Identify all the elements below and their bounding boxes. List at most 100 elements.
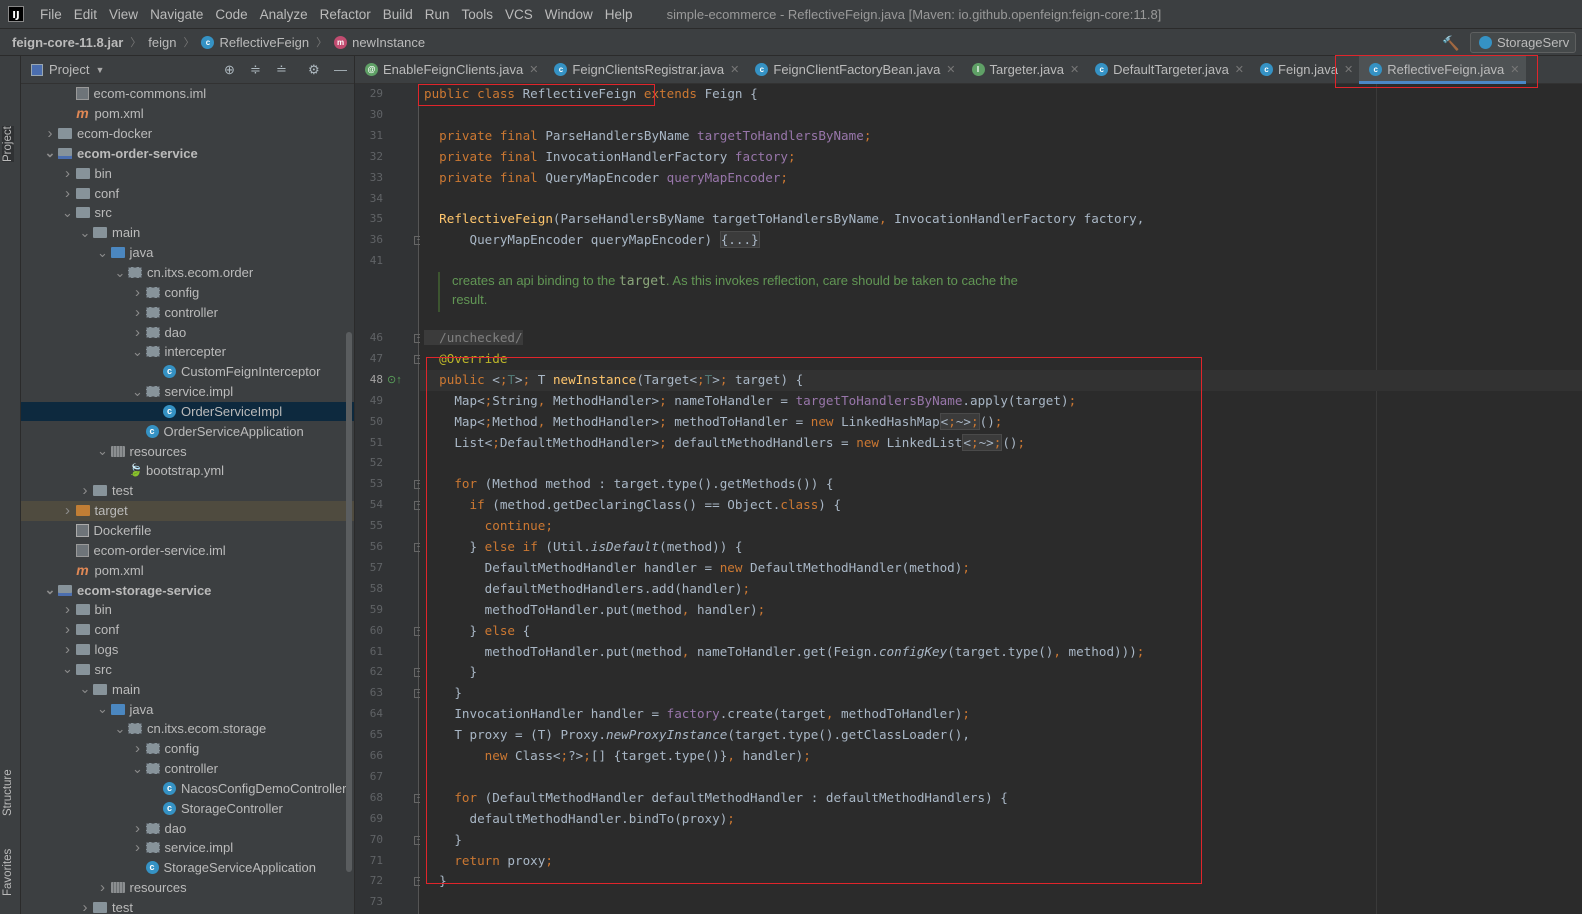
- code-line[interactable]: }: [420, 830, 1582, 851]
- tree-node[interactable]: › test: [21, 481, 354, 501]
- chevron-right-icon[interactable]: ›: [42, 125, 58, 142]
- tree-node[interactable]: c OrderServiceImpl: [21, 401, 354, 422]
- chevron-down-icon[interactable]: ⌄: [112, 721, 128, 737]
- locate-file-icon[interactable]: ⊕: [224, 62, 235, 78]
- close-icon[interactable]: ✕: [1510, 63, 1519, 76]
- run-configuration-selector[interactable]: StorageServ: [1470, 32, 1577, 53]
- tree-node[interactable]: ⌄ main: [21, 223, 354, 243]
- code-line[interactable]: defaultMethodHandlers.add(handler);: [420, 579, 1582, 600]
- tree-node[interactable]: › resources: [21, 878, 354, 898]
- tree-node[interactable]: › ecom-docker: [21, 124, 354, 144]
- hide-panel-icon[interactable]: —: [334, 62, 347, 77]
- menu-tools[interactable]: Tools: [456, 7, 500, 22]
- code-line[interactable]: private final QueryMapEncoder queryMapEn…: [420, 168, 1582, 189]
- tree-node[interactable]: ⌄ src: [21, 203, 354, 223]
- breadcrumb-package[interactable]: feign: [148, 35, 176, 50]
- tree-node[interactable]: › dao: [21, 322, 354, 342]
- chevron-right-icon[interactable]: ›: [130, 820, 146, 837]
- code-line[interactable]: List<;DefaultMethodHandler>; defaultMeth…: [420, 433, 1582, 454]
- tree-node[interactable]: c NacosConfigDemoController: [21, 779, 354, 799]
- tree-node[interactable]: ⌄ src: [21, 659, 354, 679]
- editor-tab[interactable]: I Targeter.java ✕: [962, 56, 1086, 84]
- chevron-down-icon[interactable]: ⌄: [130, 761, 146, 777]
- collapse-all-icon[interactable]: ≐: [276, 62, 287, 78]
- editor-tab[interactable]: c Feign.java ✕: [1250, 56, 1359, 84]
- code-line[interactable]: T proxy = (T) Proxy.newProxyInstance(tar…: [420, 725, 1582, 746]
- menu-help[interactable]: Help: [599, 7, 639, 22]
- menu-vcs[interactable]: VCS: [499, 7, 539, 22]
- chevron-right-icon[interactable]: ›: [60, 601, 76, 618]
- editor-tab[interactable]: c FeignClientsRegistrar.java ✕: [544, 56, 745, 84]
- code-line[interactable]: InvocationHandler handler = factory.crea…: [420, 704, 1582, 725]
- close-icon[interactable]: ✕: [529, 63, 538, 76]
- project-scrollbar[interactable]: [346, 332, 352, 872]
- close-icon[interactable]: ✕: [1070, 63, 1079, 76]
- code-line[interactable]: }: [420, 683, 1582, 704]
- code-line[interactable]: for (Method method : target.type().getMe…: [420, 474, 1582, 495]
- tree-node[interactable]: ⌄ cn.itxs.ecom.storage: [21, 719, 354, 739]
- tree-node[interactable]: c StorageController: [21, 798, 354, 818]
- tree-node[interactable]: › service.impl: [21, 838, 354, 858]
- tree-node[interactable]: c StorageServiceApplication: [21, 858, 354, 878]
- chevron-right-icon[interactable]: ›: [130, 304, 146, 321]
- chevron-down-icon[interactable]: ⌄: [130, 384, 146, 400]
- chevron-right-icon[interactable]: ›: [60, 621, 76, 638]
- code-line[interactable]: QueryMapEncoder queryMapEncoder) {...}: [420, 230, 1582, 251]
- code-line[interactable]: Map<;String, MethodHandler>; nameToHandl…: [420, 391, 1582, 412]
- code-line[interactable]: } else if (Util.isDefault(method)) {: [420, 537, 1582, 558]
- tree-node[interactable]: ⌄ java: [21, 699, 354, 719]
- editor-tab[interactable]: @ EnableFeignClients.java ✕: [355, 56, 544, 84]
- tree-node[interactable]: c OrderServiceApplication: [21, 421, 354, 441]
- code-line[interactable]: @Override: [420, 349, 1582, 370]
- chevron-down-icon[interactable]: ⌄: [77, 681, 93, 697]
- tree-node[interactable]: ecom-commons.iml: [21, 84, 354, 104]
- code-line[interactable]: }: [420, 662, 1582, 683]
- menu-run[interactable]: Run: [419, 7, 456, 22]
- code-line[interactable]: Map<;Method, MethodHandler>; methodToHan…: [420, 412, 1582, 433]
- tree-node[interactable]: ⌄ main: [21, 679, 354, 699]
- code-line[interactable]: } else {: [420, 621, 1582, 642]
- code-line[interactable]: methodToHandler.put(method, nameToHandle…: [420, 642, 1582, 663]
- menu-refactor[interactable]: Refactor: [314, 7, 377, 22]
- gear-icon[interactable]: ⚙: [308, 62, 320, 78]
- chevron-down-icon[interactable]: ⌄: [60, 661, 76, 677]
- close-icon[interactable]: ✕: [1344, 63, 1353, 76]
- tree-node[interactable]: › bin: [21, 600, 354, 620]
- tree-node[interactable]: › controller: [21, 302, 354, 322]
- menu-navigate[interactable]: Navigate: [144, 7, 209, 22]
- tree-node[interactable]: ⌄ java: [21, 243, 354, 263]
- code-line[interactable]: continue;: [420, 516, 1582, 537]
- chevron-down-icon[interactable]: ⌄: [60, 205, 76, 221]
- code-line[interactable]: if (method.getDeclaringClass() == Object…: [420, 495, 1582, 516]
- close-icon[interactable]: ✕: [946, 63, 955, 76]
- code-line[interactable]: defaultMethodHandler.bindTo(proxy);: [420, 809, 1582, 830]
- code-line[interactable]: new Class<;?>;[] {target.type()}, handle…: [420, 746, 1582, 767]
- build-hammer-icon[interactable]: 🔨: [1442, 35, 1459, 52]
- menu-edit[interactable]: Edit: [68, 7, 103, 22]
- tree-node[interactable]: m pom.xml: [21, 104, 354, 124]
- code-line[interactable]: methodToHandler.put(method, handler);: [420, 600, 1582, 621]
- code-editor[interactable]: creates an api binding to the target. As…: [420, 84, 1582, 914]
- tree-node[interactable]: ⌄ resources: [21, 441, 354, 461]
- chevron-right-icon[interactable]: ›: [95, 879, 111, 896]
- tree-node[interactable]: › target: [21, 500, 354, 521]
- chevron-right-icon[interactable]: ›: [130, 839, 146, 856]
- tree-node[interactable]: 🍃 bootstrap.yml: [21, 461, 354, 481]
- chevron-right-icon[interactable]: ›: [60, 185, 76, 202]
- chevron-down-icon[interactable]: ⌄: [95, 701, 111, 717]
- tree-node[interactable]: › dao: [21, 818, 354, 838]
- tree-node[interactable]: m pom.xml: [21, 560, 354, 580]
- code-line[interactable]: return proxy;: [420, 851, 1582, 872]
- chevron-down-icon[interactable]: ⌄: [42, 582, 58, 598]
- close-icon[interactable]: ✕: [730, 63, 739, 76]
- code-line[interactable]: public <;T>; T newInstance(Target<;T>; t…: [420, 369, 1582, 391]
- chevron-right-icon[interactable]: ›: [130, 740, 146, 757]
- chevron-right-icon[interactable]: ›: [130, 324, 146, 341]
- chevron-down-icon[interactable]: ⌄: [95, 443, 111, 459]
- code-line[interactable]: [420, 105, 1582, 126]
- project-panel-title[interactable]: Project: [49, 62, 89, 77]
- tree-node[interactable]: ⌄ controller: [21, 759, 354, 779]
- tree-node[interactable]: › bin: [21, 163, 354, 183]
- menu-window[interactable]: Window: [539, 7, 599, 22]
- chevron-right-icon[interactable]: ›: [60, 502, 76, 519]
